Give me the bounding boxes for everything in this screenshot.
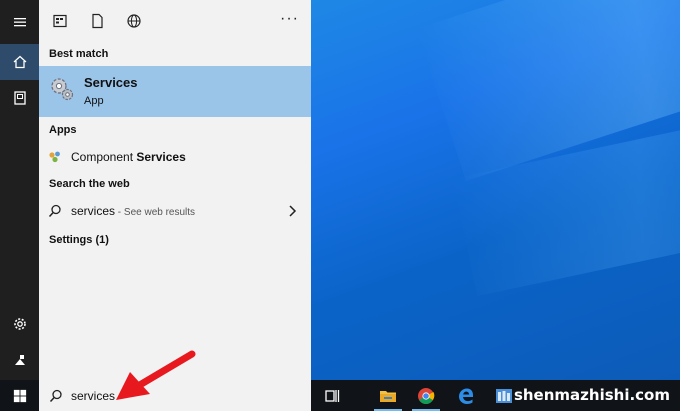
app-icon bbox=[496, 389, 512, 403]
apps-icon bbox=[53, 14, 67, 28]
red-arrow-annotation bbox=[116, 350, 196, 400]
windows-icon bbox=[13, 389, 26, 402]
section-header-best-match: Best match bbox=[49, 48, 109, 60]
file-explorer-icon bbox=[380, 391, 396, 402]
home-button[interactable] bbox=[0, 44, 39, 80]
search-results-panel: ··· Best match Services App Apps Compone… bbox=[39, 0, 311, 380]
section-header-search-web: Search the web bbox=[49, 178, 130, 190]
documents-button[interactable] bbox=[0, 80, 39, 116]
hamburger-button[interactable] bbox=[0, 4, 39, 40]
documents-icon bbox=[13, 91, 26, 105]
best-match-title: Services bbox=[84, 75, 138, 90]
chrome-icon bbox=[418, 388, 435, 404]
web-search-item[interactable]: services - See web results bbox=[39, 198, 311, 224]
user-icon bbox=[14, 355, 25, 365]
apps-filter-button[interactable] bbox=[51, 12, 69, 30]
section-header-apps: Apps bbox=[49, 124, 77, 136]
user-button[interactable] bbox=[0, 342, 39, 378]
start-rail bbox=[0, 0, 39, 380]
start-button[interactable] bbox=[0, 380, 39, 411]
document-icon bbox=[92, 13, 103, 29]
search-filter-toolbar: ··· bbox=[39, 0, 311, 42]
task-view-icon bbox=[325, 390, 340, 402]
hamburger-icon bbox=[13, 18, 26, 27]
documents-filter-button[interactable] bbox=[88, 12, 106, 30]
search-icon bbox=[48, 204, 61, 218]
section-header-settings[interactable]: Settings (1) bbox=[49, 234, 109, 246]
chevron-right-icon bbox=[289, 205, 297, 217]
component-services-icon bbox=[49, 151, 60, 163]
app-button[interactable] bbox=[492, 384, 516, 408]
file-explorer-button[interactable] bbox=[376, 384, 400, 408]
app-item-component-services[interactable]: Component Services bbox=[39, 144, 311, 170]
watermark: shenmazhishi.com bbox=[513, 386, 670, 404]
edge-icon bbox=[459, 388, 473, 404]
web-icon bbox=[127, 14, 141, 28]
more-options-button[interactable]: ··· bbox=[280, 10, 299, 28]
web-search-label: services - See web results bbox=[71, 204, 196, 218]
best-match-subtitle: App bbox=[84, 95, 104, 107]
services-gear-icon bbox=[51, 78, 74, 101]
settings-button[interactable] bbox=[0, 306, 39, 342]
desktop-wallpaper bbox=[311, 0, 680, 380]
home-icon bbox=[13, 55, 26, 69]
app-item-label: Component Services bbox=[71, 150, 186, 164]
task-view-button[interactable] bbox=[320, 384, 344, 408]
search-icon bbox=[49, 389, 62, 403]
best-match-item[interactable]: Services App bbox=[39, 66, 311, 117]
chrome-button[interactable] bbox=[414, 384, 438, 408]
web-filter-button[interactable] bbox=[125, 12, 143, 30]
settings-icon bbox=[13, 318, 26, 330]
edge-button[interactable] bbox=[454, 384, 478, 408]
